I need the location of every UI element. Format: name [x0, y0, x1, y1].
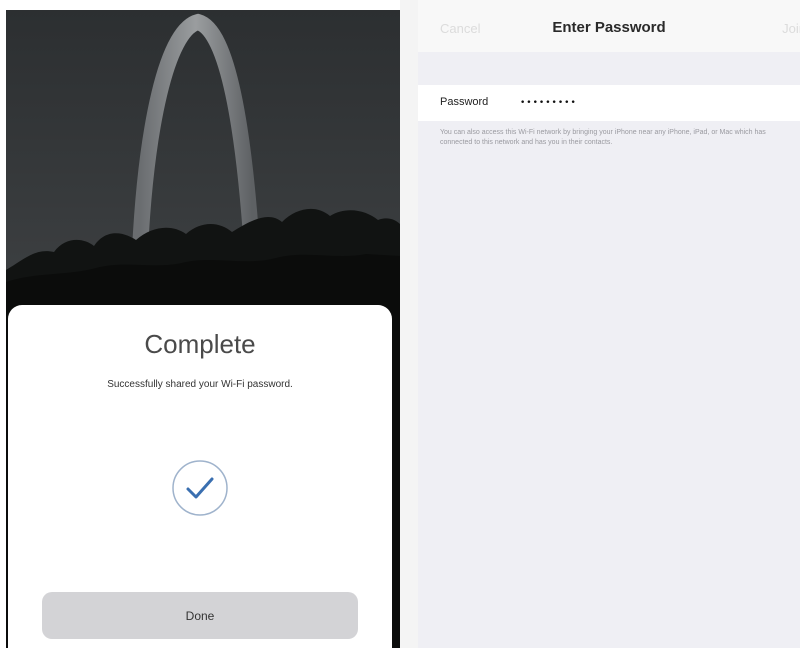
password-help-text: You can also access this Wi-Fi network b… [440, 129, 766, 146]
enter-password-screen: Cancel Enter Password Join Password You … [418, 0, 800, 648]
password-row: Password [418, 85, 800, 121]
screenshot-stage: Complete Successfully shared your Wi-Fi … [0, 0, 800, 648]
done-button[interactable]: Done [42, 592, 358, 639]
join-button[interactable]: Join [782, 21, 800, 36]
password-field[interactable] [520, 93, 790, 113]
wifi-share-screen: Complete Successfully shared your Wi-Fi … [6, 10, 400, 648]
navigation-bar: Cancel Enter Password Join [418, 0, 800, 52]
sheet-subtitle: Successfully shared your Wi-Fi password. [107, 379, 293, 390]
screen-divider [400, 0, 418, 648]
page-title: Enter Password [552, 19, 666, 36]
password-label: Password [440, 96, 489, 108]
checkmark-circle-icon [170, 458, 230, 518]
sheet-title: Complete [144, 329, 256, 359]
share-complete-sheet: Complete Successfully shared your Wi-Fi … [8, 305, 392, 648]
